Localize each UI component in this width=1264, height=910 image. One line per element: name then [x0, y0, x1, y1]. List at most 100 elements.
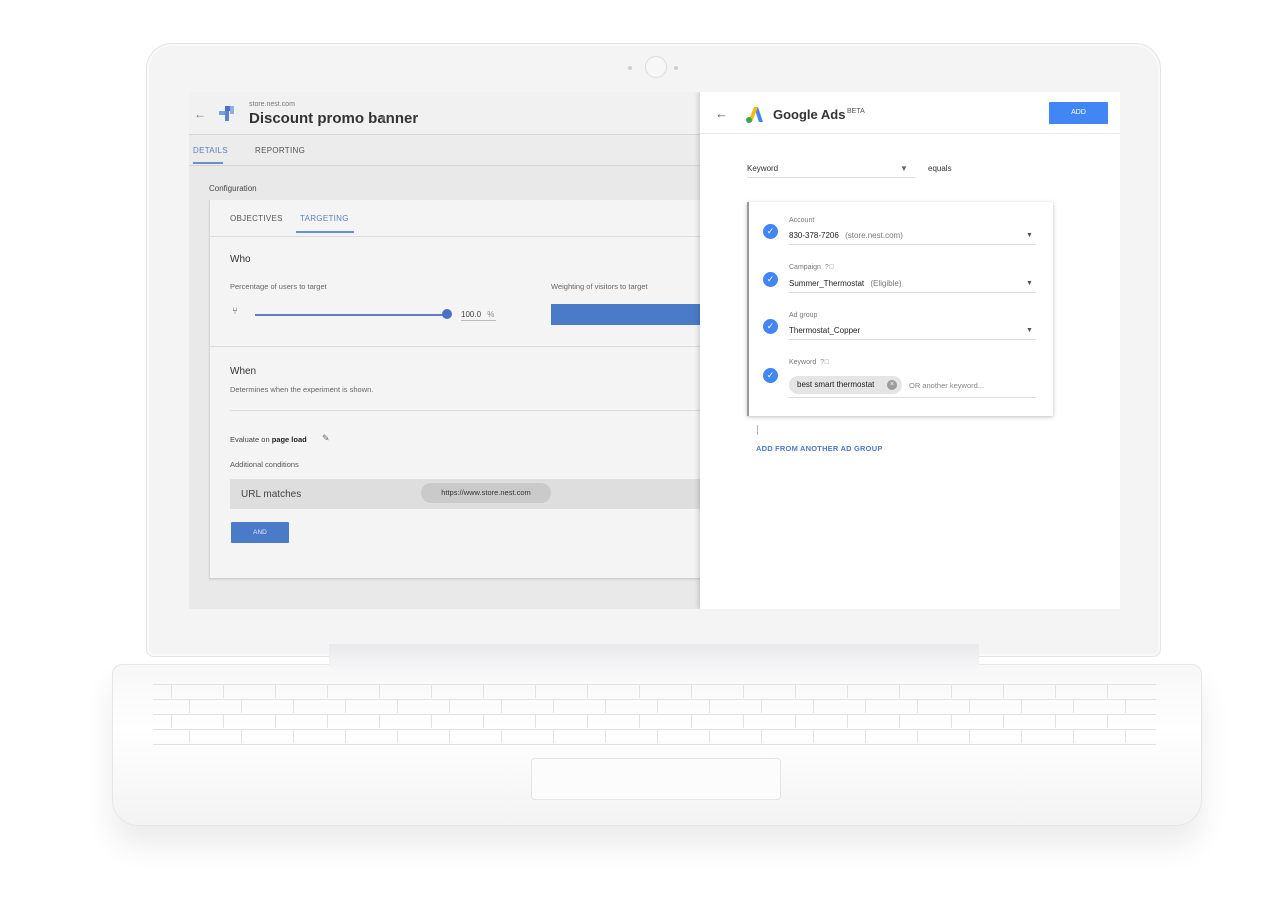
- keyword-input[interactable]: OR another keyword...: [909, 381, 984, 390]
- keyboard-key-divider: [1107, 714, 1108, 728]
- google-ads-panel: ← Google Ads BETA ADD Keyword ▼ equals ✓…: [700, 92, 1120, 609]
- keyboard-key-divider: [951, 714, 952, 728]
- webcam: [628, 56, 678, 78]
- pencil-icon[interactable]: ✎: [322, 433, 330, 444]
- account-select[interactable]: 830-378-7206 (store.nest.com): [789, 231, 903, 240]
- account-label: Account: [789, 217, 815, 224]
- url-condition-label: URL matches: [241, 489, 302, 500]
- additional-conditions-label: Additional conditions: [230, 460, 299, 469]
- dropdown-caret-icon[interactable]: ▼: [900, 164, 908, 173]
- keyboard-key-divider: [865, 699, 866, 713]
- weighting-bar[interactable]: [551, 304, 701, 325]
- divider: [700, 133, 1120, 134]
- field-underline: [789, 339, 1036, 340]
- divider: [210, 236, 701, 237]
- keyboard-key-divider: [1125, 729, 1126, 743]
- keyboard-key-divider: [483, 684, 484, 698]
- dropdown-caret-icon[interactable]: ▼: [1026, 280, 1033, 287]
- keyboard-key-divider: [327, 684, 328, 698]
- keyboard-key-divider: [795, 714, 796, 728]
- dropdown-caret-icon[interactable]: ▼: [1026, 327, 1033, 334]
- evaluate-on-text: Evaluate on page load: [230, 435, 307, 444]
- keyboard-key-divider: [535, 714, 536, 728]
- ad-group-label: Ad group: [789, 312, 818, 319]
- back-arrow-icon[interactable]: ←: [194, 107, 206, 121]
- keyword-chip[interactable]: best smart thermostat ×: [789, 376, 902, 394]
- check-circle-icon: ✓: [763, 319, 778, 334]
- tab-details[interactable]: DETAILS: [193, 146, 228, 155]
- keyboard-key-divider: [969, 729, 970, 743]
- keyboard-key-divider: [1021, 699, 1022, 713]
- help-circle-icon: ?⃝: [824, 264, 835, 271]
- keyboard-key-divider: [241, 699, 242, 713]
- keyboard-key-divider: [1003, 714, 1004, 728]
- keyboard-key-divider: [535, 684, 536, 698]
- keyboard-key-divider: [657, 699, 658, 713]
- when-heading: When: [230, 366, 257, 377]
- check-circle-icon: ✓: [763, 272, 778, 287]
- tab-reporting[interactable]: REPORTING: [255, 146, 305, 155]
- keyboard-key-divider: [1073, 699, 1074, 713]
- keyboard-key-divider: [449, 729, 450, 743]
- percentage-field[interactable]: 100.0 %: [461, 310, 496, 321]
- keyboard-key-divider: [969, 699, 970, 713]
- filter-field-select[interactable]: Keyword: [747, 164, 778, 173]
- keyboard-key-divider: [293, 699, 294, 713]
- main-tabs: DETAILS REPORTING: [189, 135, 700, 166]
- keyboard-key-divider: [431, 684, 432, 698]
- keyboard-key-divider: [171, 714, 172, 728]
- keyboard-key-divider: [379, 714, 380, 728]
- campaign-select[interactable]: Summer_Thermostat (Eligible): [789, 279, 902, 288]
- remove-chip-icon[interactable]: ×: [887, 380, 897, 390]
- keyboard-key-divider: [1107, 684, 1108, 698]
- keyboard-key-divider: [813, 729, 814, 743]
- experiment-title[interactable]: Discount promo banner: [249, 110, 418, 127]
- tab-targeting[interactable]: TARGETING: [300, 214, 349, 223]
- add-button[interactable]: ADD: [1049, 102, 1108, 124]
- keyboard-key-divider: [761, 699, 762, 713]
- weighting-label: Weighting of visitors to target: [551, 282, 648, 291]
- keyboard-key-divider: [743, 684, 744, 698]
- keyboard-key-divider: [951, 684, 952, 698]
- experiment-editor: ← store.nest.com Discount promo banner ▼…: [189, 92, 701, 609]
- keyboard-key-divider: [1021, 729, 1022, 743]
- trackpad: [531, 758, 781, 800]
- evaluate-trigger: page load: [271, 435, 307, 444]
- keyboard-key-divider: [691, 684, 692, 698]
- keyboard-key-divider: [691, 714, 692, 728]
- traffic-split-icon: ⑂: [232, 306, 238, 317]
- field-underline: [789, 244, 1036, 245]
- keyboard-key-divider: [431, 714, 432, 728]
- keyboard-key-divider: [639, 684, 640, 698]
- keyboard-key-divider: [223, 684, 224, 698]
- keyboard-key-divider: [709, 729, 710, 743]
- keyboard-key-divider: [587, 684, 588, 698]
- keyboard-key-divider: [709, 699, 710, 713]
- back-arrow-icon[interactable]: ←: [715, 106, 728, 121]
- url-condition-value[interactable]: https://www.store.nest.com: [421, 483, 551, 503]
- tab-objectives[interactable]: OBJECTIVES: [230, 214, 283, 223]
- field-underline: [789, 397, 1036, 398]
- percentage-value: 100.0: [461, 310, 482, 319]
- keyboard-key-divider: [899, 684, 900, 698]
- chevron-down-icon[interactable]: ▼: [379, 114, 387, 123]
- check-circle-icon: ✓: [763, 224, 778, 239]
- keyboard-key-divider: [501, 699, 502, 713]
- dropdown-caret-icon[interactable]: ▼: [1026, 232, 1033, 239]
- slider-handle[interactable]: [442, 309, 452, 319]
- percentage-slider[interactable]: [255, 314, 448, 316]
- keyboard-key-divider: [1003, 684, 1004, 698]
- percentage-label: Percentage of users to target: [230, 282, 327, 291]
- campaign-label: Campaign ?⃝: [789, 264, 835, 271]
- check-circle-icon: ✓: [763, 368, 778, 383]
- select-underline: [747, 177, 915, 178]
- keyboard-key-divider: [293, 729, 294, 743]
- keyboard-key-divider: [275, 684, 276, 698]
- filter-operator: equals: [928, 164, 952, 173]
- keyboard-key-divider: [189, 729, 190, 743]
- and-button[interactable]: AND: [231, 522, 289, 543]
- keyboard-key-divider: [639, 714, 640, 728]
- who-heading: Who: [230, 254, 251, 265]
- add-from-another-ad-group-link[interactable]: ADD FROM ANOTHER AD GROUP: [756, 444, 883, 453]
- ad-group-select[interactable]: Thermostat_Copper: [789, 326, 860, 335]
